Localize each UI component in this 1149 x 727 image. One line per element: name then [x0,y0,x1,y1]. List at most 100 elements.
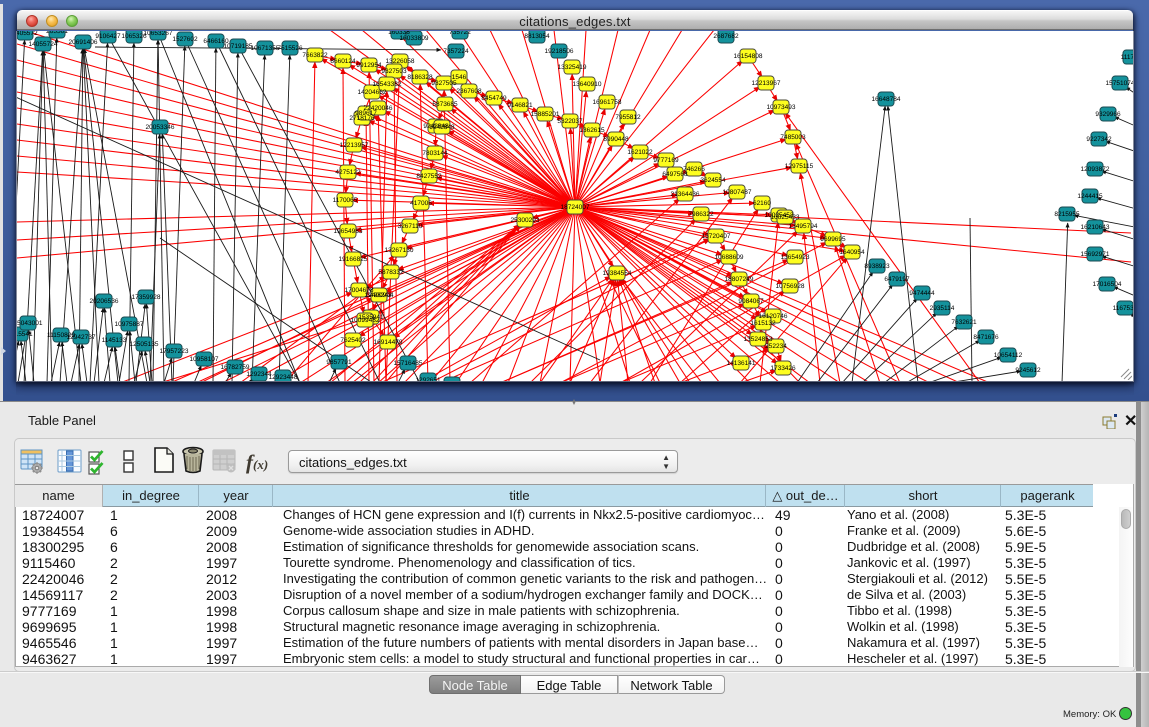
svg-text:19654983: 19654983 [334,228,363,235]
svg-text:9777169: 9777169 [653,157,679,164]
svg-text:7803144: 7803144 [422,150,448,157]
svg-text:9912954: 9912954 [356,62,382,69]
svg-text:17016504: 17016504 [1093,281,1122,288]
svg-text:10807487: 10807487 [723,189,752,196]
svg-text:9146821: 9146821 [507,102,533,109]
svg-text:2687682: 2687682 [713,33,739,40]
svg-text:15043001: 15043001 [17,320,43,327]
svg-text:252234: 252234 [765,343,787,350]
svg-text:4275122: 4275122 [335,169,361,176]
svg-text:16120746: 16120746 [759,313,788,320]
svg-text:15716485: 15716485 [394,360,423,367]
svg-text:9857791: 9857791 [326,359,352,366]
svg-text:25300293: 25300293 [511,217,540,224]
svg-text:16033809: 16033809 [400,35,429,42]
svg-text:9327503: 9327503 [381,68,407,75]
svg-text:15751074: 15751074 [1106,80,1133,87]
svg-text:10671355: 10671355 [251,45,280,52]
svg-text:16914479: 16914479 [374,339,403,346]
svg-text:5322037: 5322037 [557,118,583,125]
svg-text:10653267: 10653267 [144,31,173,37]
svg-text:16961758: 16961758 [593,99,622,106]
svg-text:14136141: 14136141 [727,360,756,367]
svg-text:3624554: 3624554 [700,177,726,184]
svg-text:7632621: 7632621 [951,319,977,326]
svg-text:3915541: 3915541 [17,331,33,338]
svg-text:15720407: 15720407 [702,233,731,240]
svg-text:9329966: 9329966 [1095,111,1121,118]
svg-text:1733426: 1733426 [770,365,796,372]
svg-text:10025433: 10025433 [771,214,800,221]
svg-text:9242848: 9242848 [429,124,455,131]
svg-text:12213957: 12213957 [340,142,369,149]
svg-text:13267130: 13267130 [385,247,414,254]
svg-text:205501: 205501 [46,31,68,35]
svg-text:21364436: 21364436 [671,191,700,198]
svg-text:18807249: 18807249 [725,276,754,283]
svg-text:6479197: 6479197 [884,276,910,283]
svg-text:7515526: 7515526 [277,45,303,52]
svg-text:7625402: 7625402 [340,337,366,344]
svg-text:8660124: 8660124 [330,58,356,65]
svg-text:9474444: 9474444 [909,290,935,297]
svg-text:18724007: 18724007 [561,204,590,211]
svg-text:10719185: 10719185 [224,43,253,50]
svg-text:8186328: 8186328 [407,74,433,81]
svg-text:13495794: 13495794 [789,223,818,230]
svg-text:8990448: 8990448 [603,136,629,143]
svg-text:19166825: 19166825 [339,256,368,263]
svg-text:12975115: 12975115 [785,163,814,170]
svg-text:10958107: 10958107 [190,356,219,363]
svg-text:1615132: 1615132 [750,320,776,327]
svg-text:15692971: 15692971 [1081,251,1110,258]
svg-text:9699695: 9699695 [820,236,846,243]
svg-text:1145133: 1145133 [102,337,127,344]
svg-text:2367608: 2367608 [456,88,482,95]
svg-text:13325419: 13325419 [558,64,587,71]
svg-text:12923448: 12923448 [269,374,298,381]
svg-text:20691406: 20691406 [69,39,98,46]
svg-text:8813054: 8813054 [524,33,550,40]
svg-text:1292651: 1292651 [415,377,441,381]
svg-text:9227342: 9227342 [1086,136,1112,143]
svg-text:10688609: 10688609 [715,254,744,261]
svg-text:20206536: 20206536 [90,298,119,305]
svg-text:1170065: 1170065 [333,197,358,204]
svg-text:8471676: 8471676 [973,334,999,341]
svg-text:16543382: 16543382 [373,81,402,88]
svg-text:9245612: 9245612 [1015,367,1041,374]
svg-text:1546: 1546 [452,74,467,81]
svg-text:1362615: 1362615 [579,127,605,134]
svg-text:8215955: 8215955 [1054,211,1080,218]
svg-text:10654112: 10654112 [994,352,1023,359]
svg-text:17359928: 17359928 [132,294,161,301]
svg-text:1621022: 1621022 [627,149,653,156]
svg-text:15885201: 15885201 [531,111,560,118]
svg-text:9327505: 9327505 [431,80,457,87]
svg-text:10756928: 10756928 [776,283,805,290]
svg-text:8454749: 8454749 [481,95,507,102]
svg-text:111755: 111755 [1121,54,1133,61]
svg-text:10099482: 10099482 [351,317,380,324]
svg-text:62160: 62160 [753,200,771,207]
svg-text:1527602: 1527602 [172,36,198,43]
svg-text:14204662: 14204662 [358,89,387,96]
svg-text:13654923: 13654923 [781,254,810,261]
svg-text:7986322: 7986322 [688,211,714,218]
svg-text:13524853: 13524853 [744,336,773,343]
svg-text:1244415: 1244415 [1077,193,1103,200]
svg-text:10975887: 10975887 [115,321,144,328]
svg-text:7663822: 7663822 [302,52,328,59]
svg-text:17957223: 17957223 [160,348,189,355]
svg-text:12093872: 12093872 [1081,166,1110,173]
svg-text:12942737: 12942737 [67,334,96,341]
svg-text:5873685: 5873685 [432,101,458,108]
svg-text:8427552: 8427552 [416,173,442,180]
svg-text:16782759: 16782759 [221,364,250,371]
svg-text:1167534: 1167534 [1113,305,1133,312]
svg-text:14055724: 14055724 [29,41,58,48]
svg-text:7955812: 7955812 [615,114,641,121]
svg-text:16648784: 16648784 [872,96,901,103]
svg-text:16210643: 16210643 [1081,224,1110,231]
svg-text:8938923: 8938923 [864,263,890,270]
